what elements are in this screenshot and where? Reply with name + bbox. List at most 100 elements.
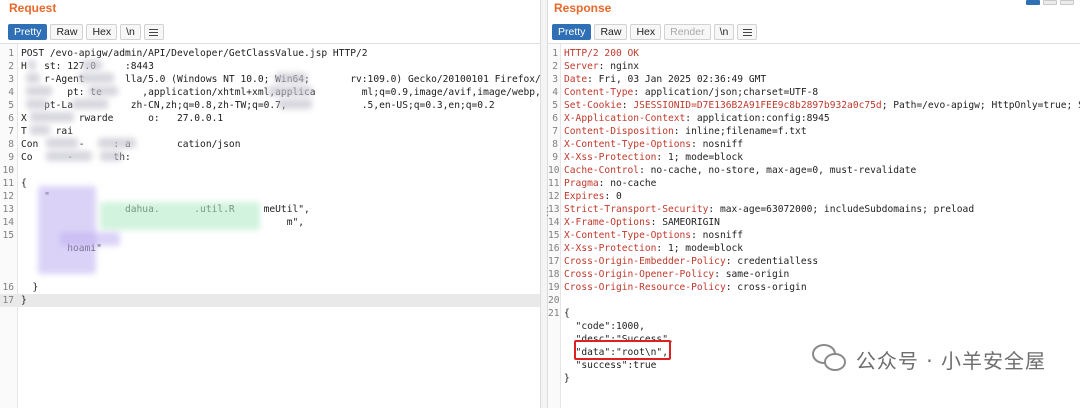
response-line-text: Content-Disposition: inline;filename=f.t… <box>564 125 807 138</box>
layout-toggle-group <box>1026 0 1074 5</box>
response-line: 4 Content-Type: application/json;charset=… <box>548 86 1080 99</box>
response-line: 16 X-Xss-Protection: 1; mode=block <box>548 242 1080 255</box>
pane-splitter[interactable]: ⋮ <box>540 0 553 408</box>
header-name: Cross-Origin-Resource-Policy <box>564 282 726 293</box>
response-tab-raw[interactable]: Raw <box>594 24 628 40</box>
layout-horizontal-icon[interactable] <box>1043 0 1057 5</box>
response-newline-toggle[interactable]: \n <box>713 24 735 40</box>
request-tab-pretty[interactable]: Pretty <box>8 24 48 40</box>
line-number: 6 <box>552 113 558 124</box>
redaction-blur <box>30 112 74 122</box>
line-number: 13 <box>548 204 560 215</box>
response-line: 11 Pragma: no-cache <box>548 177 1080 190</box>
header-value: : same-origin <box>714 269 790 280</box>
response-line: 3 Date: Fri, 03 Jan 2025 02:36:49 GMT <box>548 73 1080 86</box>
request-menu-button[interactable] <box>143 24 164 40</box>
request-line: 16 } <box>0 281 540 294</box>
header-value: : 0 <box>604 191 622 202</box>
line-number: 13 <box>2 204 14 215</box>
line-number: 16 <box>2 282 14 293</box>
header-value: : nosniff <box>691 139 744 150</box>
header-value: : nosniff <box>691 230 744 241</box>
response-title: Response <box>554 1 612 15</box>
response-line: 18 Cross-Origin-Opener-Policy: same-origi… <box>548 268 1080 281</box>
header-value: { <box>564 308 570 319</box>
redaction-blur <box>72 99 108 109</box>
response-line: 13 Strict-Transport-Security: max-age=630… <box>548 203 1080 216</box>
header-name: X-Content-Type-Options <box>564 230 692 241</box>
request-line-text: } <box>21 295 27 306</box>
line-number: 3 <box>8 74 14 85</box>
response-line: 2 Server: nginx <box>548 60 1080 73</box>
response-tab-render[interactable]: Render <box>664 24 711 40</box>
line-number: 7 <box>552 126 558 137</box>
header-value: : <box>621 100 634 111</box>
response-line: 21 { <box>548 307 1080 320</box>
line-number: 16 <box>548 243 560 254</box>
response-line-text: Pragma: no-cache <box>564 177 656 190</box>
hamburger-icon <box>742 28 752 36</box>
redaction-blur <box>26 99 48 109</box>
header-value: "success":true <box>564 360 657 371</box>
header-name: X-Xss-Protection <box>564 152 657 163</box>
response-line: 19 Cross-Origin-Resource-Policy: cross-or… <box>548 281 1080 294</box>
line-number: 9 <box>8 152 14 163</box>
header-value: : application:config:8945 <box>685 113 830 124</box>
line-number: 8 <box>552 139 558 150</box>
wechat-icon <box>811 344 848 374</box>
line-number: 8 <box>8 139 14 150</box>
line-number: 14 <box>548 217 560 228</box>
request-line-text: POST /evo-apigw/admin/API/Developer/GetC… <box>21 48 368 59</box>
redaction-blur <box>278 99 312 109</box>
header-name: Content-Type <box>564 87 634 98</box>
line-number: 12 <box>2 191 14 202</box>
response-line: 15 X-Content-Type-Options: nosniff <box>548 229 1080 242</box>
line-number: 10 <box>2 165 14 176</box>
line-number: 21 <box>548 308 560 319</box>
header-name: Pragma <box>564 178 599 189</box>
request-newline-toggle[interactable]: \n <box>120 24 141 40</box>
redaction-blur <box>38 186 96 274</box>
line-number: 2 <box>8 61 14 72</box>
data-highlight-box <box>574 340 671 360</box>
layout-split-icon[interactable] <box>1026 0 1040 5</box>
request-line: 10 <box>0 164 540 177</box>
header-name: Cross-Origin-Embedder-Policy <box>564 256 726 267</box>
request-tab-raw[interactable]: Raw <box>50 24 84 40</box>
response-line: 20 <box>548 294 1080 307</box>
watermark-text: 公众号 · 小羊安全屋 <box>855 348 1046 373</box>
response-line: 5 Set-Cookie: JSESSIONID=D7E136B2A91FEE9c… <box>548 99 1080 112</box>
request-line: 6X rwarde o: 27.0.0.1 <box>0 112 540 125</box>
response-line-text: Set-Cookie: JSESSIONID=D7E136B2A91FEE9c8… <box>564 99 1080 112</box>
response-line-text: { <box>564 307 570 320</box>
request-tab-hex[interactable]: Hex <box>86 24 118 40</box>
response-menu-button[interactable] <box>737 24 758 40</box>
response-line-text: Cross-Origin-Resource-Policy: cross-orig… <box>564 281 807 294</box>
response-tab-hex[interactable]: Hex <box>630 24 662 40</box>
response-line-text: Server: nginx <box>564 60 639 73</box>
response-line-text: X-Xss-Protection: 1; mode=block <box>564 242 743 255</box>
header-value: : 1; mode=block <box>656 152 744 163</box>
redaction-blur <box>98 138 136 148</box>
request-editor[interactable]: 1 POST /evo-apigw/admin/API/Developer/Get… <box>0 43 540 408</box>
header-name: X-Application-Context <box>564 113 686 124</box>
header-value: "code":1000, <box>564 321 645 332</box>
response-line: 12 Expires: 0 <box>548 190 1080 203</box>
request-title: Request <box>9 1 57 15</box>
header-value: : 1; mode=block <box>656 243 744 254</box>
layout-vertical-icon[interactable] <box>1060 0 1074 5</box>
line-number: 9 <box>552 152 558 163</box>
response-line-text: X-Xss-Protection: 1; mode=block <box>564 151 743 164</box>
line-number: 11 <box>548 178 560 189</box>
header-name: X-Xss-Protection <box>564 243 657 254</box>
response-line-text: Cross-Origin-Opener-Policy: same-origin <box>564 268 789 281</box>
response-line-text: Strict-Transport-Security: max-age=63072… <box>564 203 974 216</box>
response-line-text: "code":1000, <box>564 320 645 333</box>
line-number: 18 <box>548 269 560 280</box>
header-name: Set-Cookie <box>564 100 622 111</box>
header-value: : SAMEORIGIN <box>650 217 720 228</box>
request-line: 17} <box>0 294 540 307</box>
response-tab-pretty[interactable]: Pretty <box>552 24 592 40</box>
redaction-blur <box>100 202 260 230</box>
line-number: 6 <box>8 113 14 124</box>
